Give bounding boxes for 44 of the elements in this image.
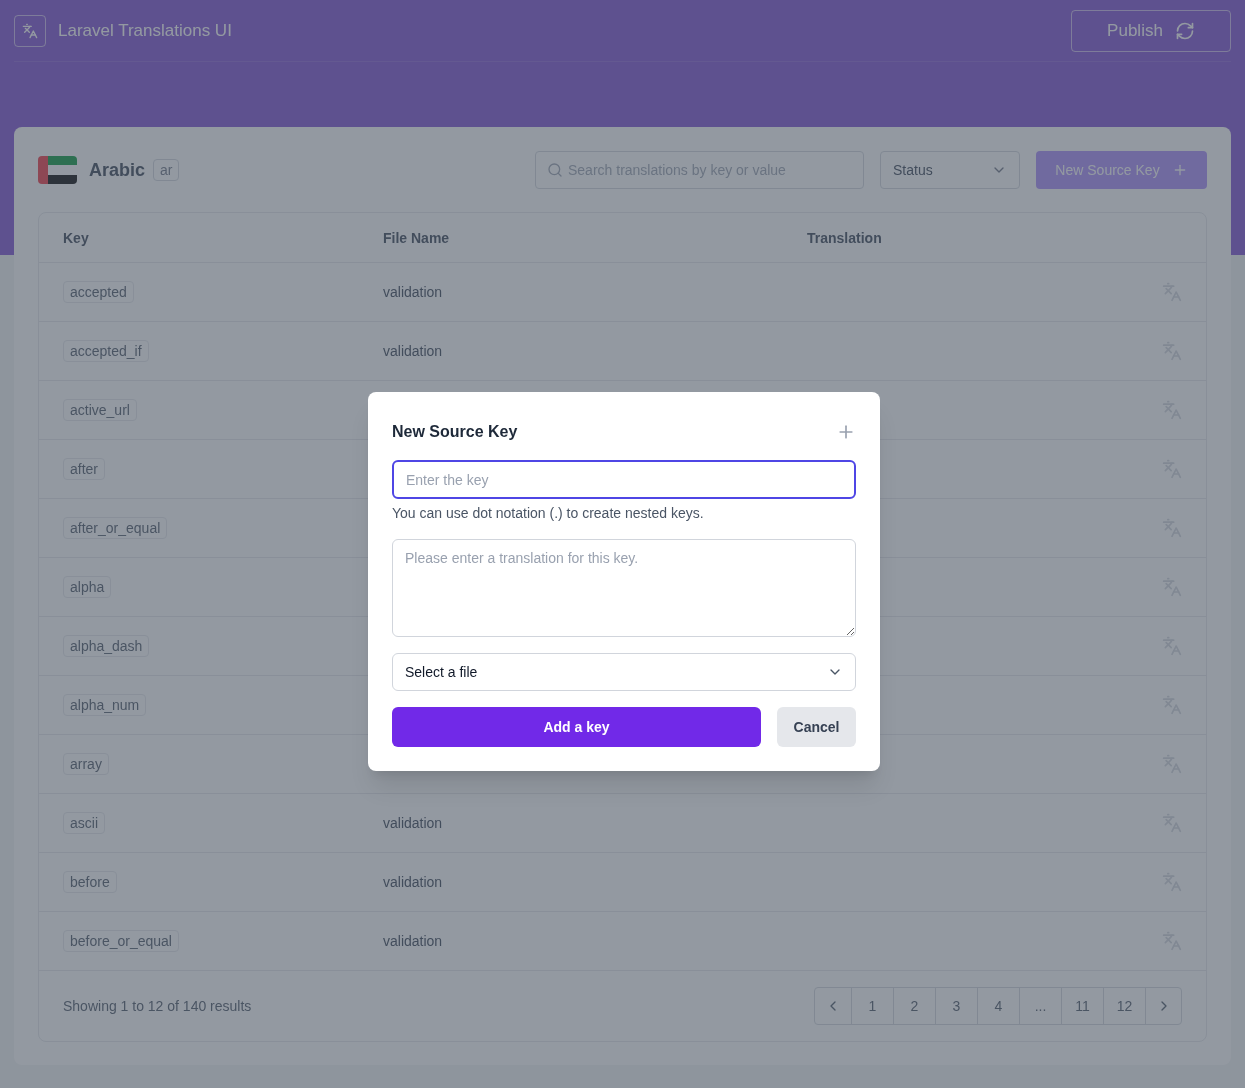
app-title: Laravel Translations UI	[58, 19, 232, 42]
key-tag: accepted_if	[63, 340, 149, 362]
page-button[interactable]: 2	[893, 988, 935, 1024]
key-tag: alpha	[63, 576, 112, 598]
key-tag: after	[63, 458, 105, 480]
results-summary: Showing 1 to 12 of 140 results	[63, 997, 252, 1016]
key-tag: accepted	[63, 281, 134, 303]
page-button[interactable]: 1	[851, 988, 893, 1024]
language-code: ar	[153, 159, 180, 181]
refresh-icon	[1174, 20, 1195, 41]
flag-icon	[38, 156, 77, 184]
search-icon	[547, 162, 563, 178]
key-tag: after_or_equal	[63, 517, 168, 539]
column-header: Key	[63, 228, 90, 248]
cancel-button[interactable]: Cancel	[777, 707, 856, 747]
key-tag: active_url	[63, 399, 137, 421]
language-name: Arabic	[89, 158, 146, 182]
file-select[interactable]: Select a file	[392, 653, 856, 691]
file-name-cell: validation	[383, 343, 443, 359]
status-select[interactable]: Status	[880, 151, 1020, 189]
column-header: File Name	[383, 228, 451, 248]
publish-button[interactable]: Publish	[1071, 9, 1231, 52]
file-name-cell: validation	[383, 933, 443, 949]
page-button[interactable]: 3	[935, 988, 977, 1024]
key-tag: before	[63, 871, 117, 893]
page-button[interactable]: ...	[1019, 988, 1061, 1024]
key-tag: alpha_num	[63, 694, 147, 716]
key-tag: ascii	[63, 812, 105, 834]
file-name-cell: validation	[383, 874, 443, 890]
modal-title: New Source Key	[392, 422, 518, 442]
key-tag: alpha_dash	[63, 635, 150, 657]
page-button[interactable]: 12	[1103, 988, 1145, 1024]
file-name-cell: validation	[383, 284, 443, 300]
file-name-cell: validation	[383, 815, 443, 831]
translation-textarea[interactable]: Please enter a translation for this key.	[392, 539, 856, 637]
translate-logo-icon	[14, 14, 46, 47]
hint-text: You can use dot notation (.) to create nested keys.	[392, 504, 705, 523]
page-button[interactable]: 11	[1061, 988, 1103, 1024]
page-button[interactable]: 4	[977, 988, 1019, 1024]
key-input-field[interactable]: Enter the key	[392, 460, 856, 499]
key-tag: before_or_equal	[63, 930, 179, 952]
key-tag: array	[63, 753, 109, 775]
column-header: Translation	[807, 228, 883, 248]
add-key-button[interactable]: Add a key	[392, 707, 761, 747]
